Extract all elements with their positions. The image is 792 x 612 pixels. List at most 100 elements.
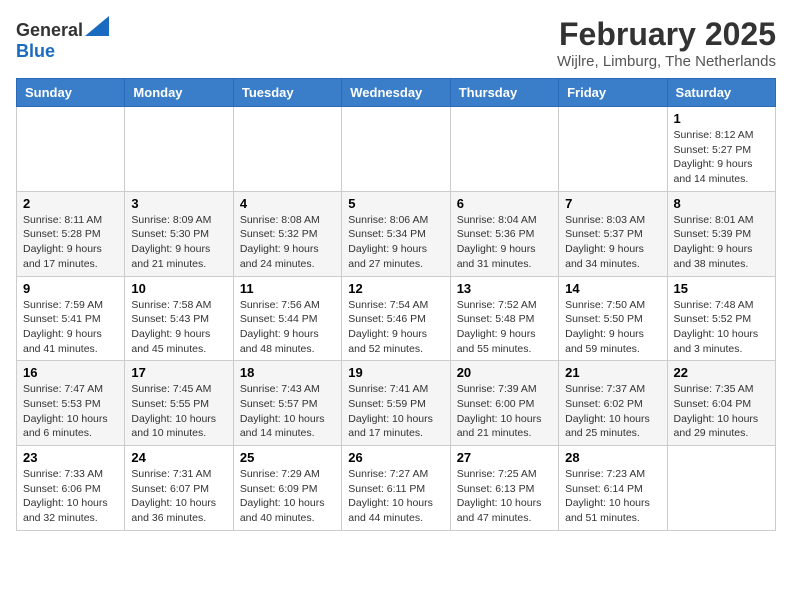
- logo-general-text: General: [16, 20, 83, 41]
- day-number: 9: [23, 281, 118, 296]
- day-info: Sunrise: 7:27 AMSunset: 6:11 PMDaylight:…: [348, 467, 443, 526]
- day-info: Sunrise: 7:48 AMSunset: 5:52 PMDaylight:…: [674, 298, 769, 357]
- calendar-cell: 18 Sunrise: 7:43 AMSunset: 5:57 PMDayligh…: [233, 361, 341, 446]
- calendar-cell: 19 Sunrise: 7:41 AMSunset: 5:59 PMDayligh…: [342, 361, 450, 446]
- day-info: Sunrise: 7:54 AMSunset: 5:46 PMDaylight:…: [348, 298, 443, 357]
- day-number: 8: [674, 196, 769, 211]
- day-number: 16: [23, 365, 118, 380]
- calendar-cell: 11 Sunrise: 7:56 AMSunset: 5:44 PMDayligh…: [233, 276, 341, 361]
- day-info: Sunrise: 7:56 AMSunset: 5:44 PMDaylight:…: [240, 298, 335, 357]
- weekday-header-wednesday: Wednesday: [342, 79, 450, 107]
- day-info: Sunrise: 8:08 AMSunset: 5:32 PMDaylight:…: [240, 213, 335, 272]
- day-number: 7: [565, 196, 660, 211]
- day-info: Sunrise: 8:06 AMSunset: 5:34 PMDaylight:…: [348, 213, 443, 272]
- week-row-3: 16 Sunrise: 7:47 AMSunset: 5:53 PMDayligh…: [17, 361, 776, 446]
- day-number: 12: [348, 281, 443, 296]
- week-row-1: 2Sunrise: 8:11 AMSunset: 5:28 PMDaylight…: [17, 191, 776, 276]
- day-info: Sunrise: 8:04 AMSunset: 5:36 PMDaylight:…: [457, 213, 552, 272]
- day-info: Sunrise: 8:09 AMSunset: 5:30 PMDaylight:…: [131, 213, 226, 272]
- day-info: Sunrise: 7:23 AMSunset: 6:14 PMDaylight:…: [565, 467, 660, 526]
- location-title: Wijlre, Limburg, The Netherlands: [557, 53, 776, 70]
- day-number: 23: [23, 450, 118, 465]
- day-info: Sunrise: 7:29 AMSunset: 6:09 PMDaylight:…: [240, 467, 335, 526]
- day-info: Sunrise: 7:59 AMSunset: 5:41 PMDaylight:…: [23, 298, 118, 357]
- calendar-cell: 20Sunrise: 7:39 AMSunset: 6:00 PMDayligh…: [450, 361, 558, 446]
- day-number: 25: [240, 450, 335, 465]
- calendar-cell: [17, 107, 125, 192]
- day-number: 21: [565, 365, 660, 380]
- day-number: 10: [131, 281, 226, 296]
- calendar-cell: 7Sunrise: 8:03 AMSunset: 5:37 PMDaylight…: [559, 191, 667, 276]
- day-info: Sunrise: 7:50 AMSunset: 5:50 PMDaylight:…: [565, 298, 660, 357]
- day-info: Sunrise: 7:43 AMSunset: 5:57 PMDaylight:…: [240, 382, 335, 441]
- day-info: Sunrise: 8:01 AMSunset: 5:39 PMDaylight:…: [674, 213, 769, 272]
- day-number: 6: [457, 196, 552, 211]
- day-number: 5: [348, 196, 443, 211]
- calendar-cell: 28 Sunrise: 7:23 AMSunset: 6:14 PMDayligh…: [559, 446, 667, 531]
- week-row-0: 1 Sunrise: 8:12 AMSunset: 5:27 PMDaylight…: [17, 107, 776, 192]
- day-info: Sunrise: 7:33 AMSunset: 6:06 PMDaylight:…: [23, 467, 118, 526]
- day-number: 3: [131, 196, 226, 211]
- day-info: Sunrise: 8:12 AMSunset: 5:27 PMDaylight:…: [674, 128, 769, 187]
- day-number: 13: [457, 281, 552, 296]
- day-number: 27: [457, 450, 552, 465]
- logo-icon: [85, 16, 109, 36]
- calendar-cell: 14 Sunrise: 7:50 AMSunset: 5:50 PMDayligh…: [559, 276, 667, 361]
- day-number: 18: [240, 365, 335, 380]
- calendar-cell: 6 Sunrise: 8:04 AMSunset: 5:36 PMDaylight…: [450, 191, 558, 276]
- day-info: Sunrise: 7:31 AMSunset: 6:07 PMDaylight:…: [131, 467, 226, 526]
- calendar-cell: 5 Sunrise: 8:06 AMSunset: 5:34 PMDaylight…: [342, 191, 450, 276]
- day-info: Sunrise: 7:25 AMSunset: 6:13 PMDaylight:…: [457, 467, 552, 526]
- calendar-cell: [667, 446, 775, 531]
- weekday-header-friday: Friday: [559, 79, 667, 107]
- day-number: 28: [565, 450, 660, 465]
- calendar-cell: 8 Sunrise: 8:01 AMSunset: 5:39 PMDaylight…: [667, 191, 775, 276]
- calendar-cell: [450, 107, 558, 192]
- weekday-header-row: SundayMondayTuesdayWednesdayThursdayFrid…: [17, 79, 776, 107]
- calendar-cell: [233, 107, 341, 192]
- calendar-cell: 3 Sunrise: 8:09 AMSunset: 5:30 PMDaylight…: [125, 191, 233, 276]
- day-number: 17: [131, 365, 226, 380]
- day-number: 4: [240, 196, 335, 211]
- calendar: SundayMondayTuesdayWednesdayThursdayFrid…: [16, 78, 776, 531]
- calendar-cell: 17 Sunrise: 7:45 AMSunset: 5:55 PMDayligh…: [125, 361, 233, 446]
- calendar-cell: 15 Sunrise: 7:48 AMSunset: 5:52 PMDayligh…: [667, 276, 775, 361]
- day-info: Sunrise: 7:52 AMSunset: 5:48 PMDaylight:…: [457, 298, 552, 357]
- day-info: Sunrise: 7:58 AMSunset: 5:43 PMDaylight:…: [131, 298, 226, 357]
- logo-blue-text: Blue: [16, 41, 55, 62]
- header: General Blue February 2025 Wijlre, Limbu…: [16, 16, 776, 70]
- day-number: 1: [674, 111, 769, 126]
- day-number: 19: [348, 365, 443, 380]
- week-row-2: 9 Sunrise: 7:59 AMSunset: 5:41 PMDaylight…: [17, 276, 776, 361]
- calendar-cell: 24Sunrise: 7:31 AMSunset: 6:07 PMDayligh…: [125, 446, 233, 531]
- weekday-header-tuesday: Tuesday: [233, 79, 341, 107]
- day-number: 15: [674, 281, 769, 296]
- day-info: Sunrise: 7:47 AMSunset: 5:53 PMDaylight:…: [23, 382, 118, 441]
- day-info: Sunrise: 8:11 AMSunset: 5:28 PMDaylight:…: [23, 213, 118, 272]
- weekday-header-sunday: Sunday: [17, 79, 125, 107]
- day-number: 22: [674, 365, 769, 380]
- calendar-cell: 2Sunrise: 8:11 AMSunset: 5:28 PMDaylight…: [17, 191, 125, 276]
- calendar-cell: [559, 107, 667, 192]
- calendar-cell: 1 Sunrise: 8:12 AMSunset: 5:27 PMDaylight…: [667, 107, 775, 192]
- calendar-cell: 16 Sunrise: 7:47 AMSunset: 5:53 PMDayligh…: [17, 361, 125, 446]
- calendar-cell: 12 Sunrise: 7:54 AMSunset: 5:46 PMDayligh…: [342, 276, 450, 361]
- calendar-cell: 21 Sunrise: 7:37 AMSunset: 6:02 PMDayligh…: [559, 361, 667, 446]
- calendar-cell: [125, 107, 233, 192]
- day-info: Sunrise: 7:45 AMSunset: 5:55 PMDaylight:…: [131, 382, 226, 441]
- day-number: 20: [457, 365, 552, 380]
- logo: General Blue: [16, 16, 109, 62]
- day-number: 14: [565, 281, 660, 296]
- day-info: Sunrise: 7:37 AMSunset: 6:02 PMDaylight:…: [565, 382, 660, 441]
- day-number: 11: [240, 281, 335, 296]
- weekday-header-thursday: Thursday: [450, 79, 558, 107]
- day-info: Sunrise: 7:35 AMSunset: 6:04 PMDaylight:…: [674, 382, 769, 441]
- weekday-header-saturday: Saturday: [667, 79, 775, 107]
- calendar-cell: 22 Sunrise: 7:35 AMSunset: 6:04 PMDayligh…: [667, 361, 775, 446]
- calendar-cell: 27 Sunrise: 7:25 AMSunset: 6:13 PMDayligh…: [450, 446, 558, 531]
- weekday-header-monday: Monday: [125, 79, 233, 107]
- calendar-cell: 4 Sunrise: 8:08 AMSunset: 5:32 PMDaylight…: [233, 191, 341, 276]
- month-title: February 2025: [557, 16, 776, 53]
- calendar-cell: 25 Sunrise: 7:29 AMSunset: 6:09 PMDayligh…: [233, 446, 341, 531]
- day-info: Sunrise: 7:41 AMSunset: 5:59 PMDaylight:…: [348, 382, 443, 441]
